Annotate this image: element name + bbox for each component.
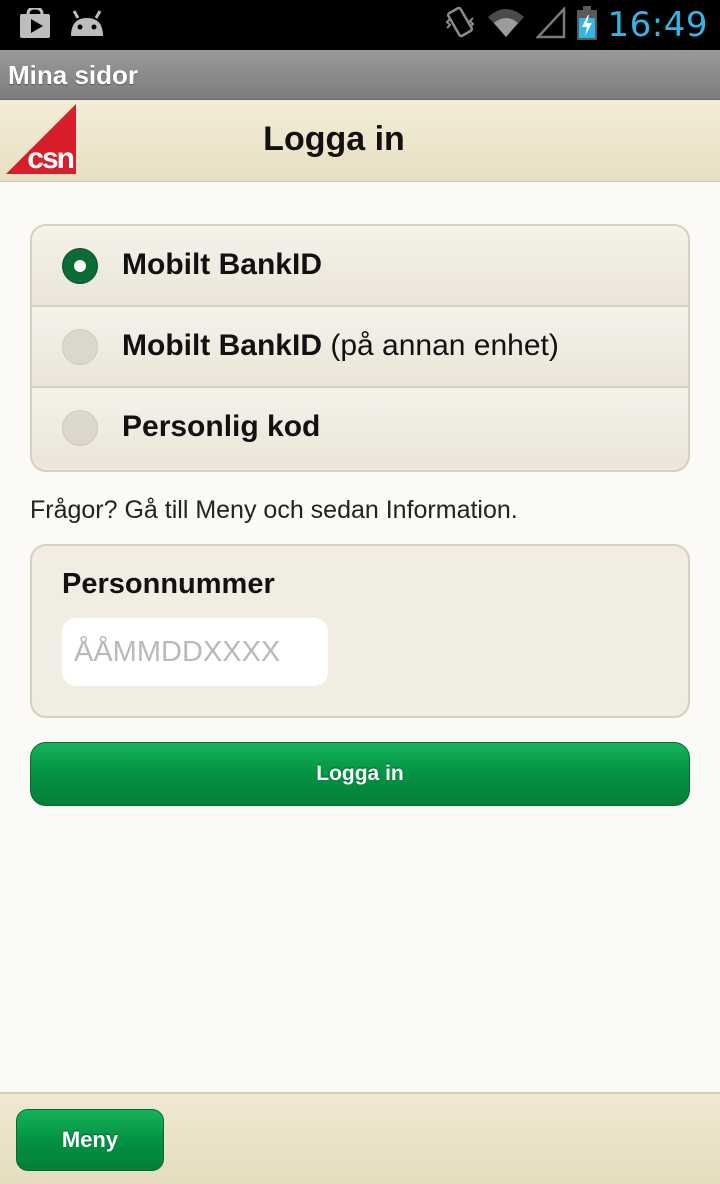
- battery-charging-icon: [576, 5, 598, 45]
- play-store-icon: [18, 6, 54, 45]
- radio-label: Personlig kod: [122, 410, 321, 443]
- radio-label: Mobilt BankID: [122, 248, 322, 281]
- radio-button[interactable]: [62, 410, 98, 446]
- radio-mobilt-bankid[interactable]: Mobilt BankID: [32, 226, 688, 307]
- personnummer-input[interactable]: [62, 618, 328, 686]
- status-time: 16:49: [607, 5, 708, 45]
- signal-icon: [534, 5, 566, 44]
- login-button[interactable]: Logga in: [30, 742, 690, 806]
- page-header: csn Logga in: [0, 100, 720, 182]
- status-bar: 16:49: [0, 0, 720, 50]
- radio-mobilt-bankid-annan-enhet[interactable]: Mobilt BankID (på annan enhet): [32, 307, 688, 388]
- wifi-icon: [486, 7, 526, 44]
- radio-button[interactable]: [62, 329, 98, 365]
- app-bar: Mina sidor: [0, 50, 720, 100]
- personnummer-box: Personnummer: [30, 544, 690, 718]
- login-method-group: Mobilt BankID Mobilt BankID (på annan en…: [30, 224, 690, 472]
- footer-bar: Meny: [0, 1092, 720, 1184]
- vibrate-icon: [444, 5, 476, 46]
- radio-personlig-kod[interactable]: Personlig kod: [32, 388, 688, 469]
- page-title: Logga in: [263, 120, 405, 158]
- info-text: Frågor? Gå till Meny och sedan Informati…: [30, 496, 518, 524]
- menu-button[interactable]: Meny: [16, 1109, 164, 1171]
- radio-label: Mobilt BankID (på annan enhet): [122, 329, 559, 362]
- radio-button-selected[interactable]: [62, 248, 98, 284]
- personnummer-label: Personnummer: [62, 568, 275, 600]
- android-icon: [68, 8, 106, 45]
- app-bar-title: Mina sidor: [8, 60, 139, 90]
